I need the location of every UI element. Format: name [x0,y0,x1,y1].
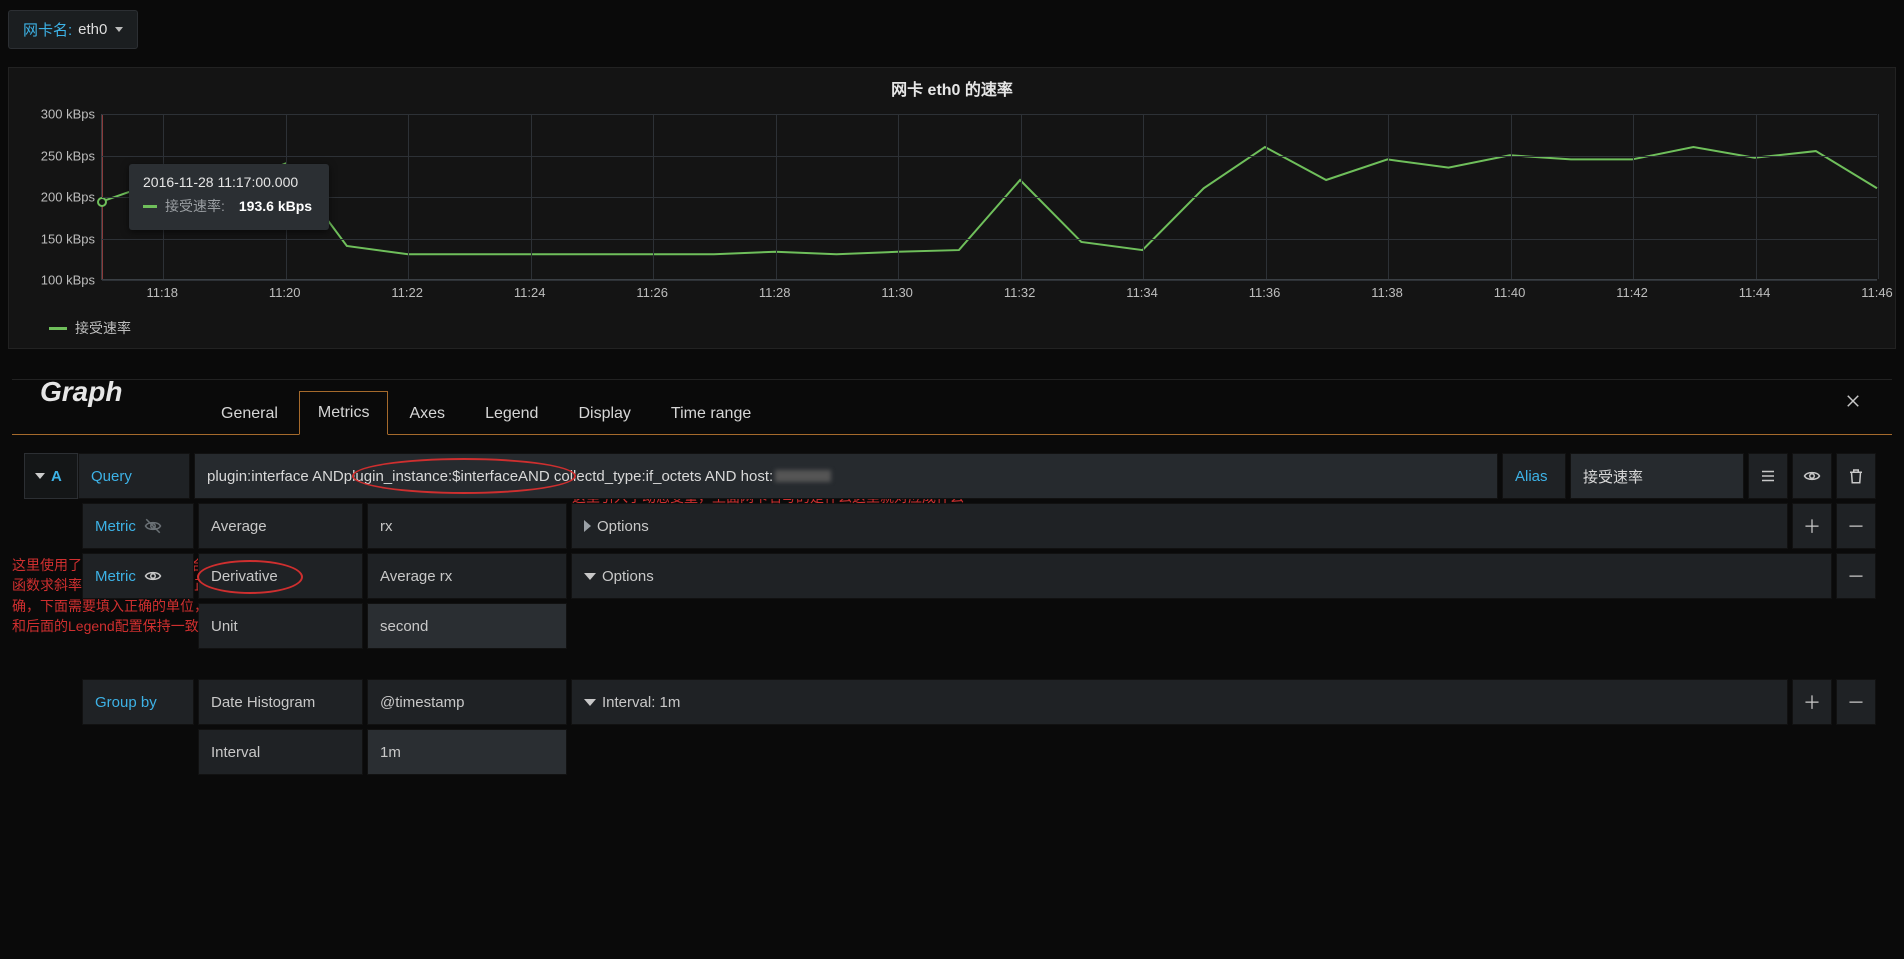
tab-general[interactable]: General [202,392,297,435]
groupby-label: Group by [82,679,194,725]
query-letter-toggle[interactable]: A [24,453,78,499]
eye-off-icon [144,517,162,535]
x-axis-tick: 11:38 [1371,285,1403,300]
graph-panel: 网卡 eth0 的速率 2016-11-28 11:17:00.000 接受速率… [8,67,1896,349]
query-letter: A [51,468,62,485]
alias-label: Alias [1502,453,1566,499]
tab-time-range[interactable]: Time range [652,392,770,435]
x-axis-tick: 11:44 [1739,285,1771,300]
caret-down-icon [584,573,596,580]
menu-button[interactable] [1748,453,1788,499]
tooltip-series-swatch [143,205,157,208]
y-axis-tick: 150 kBps [29,231,95,246]
template-variable-label: 网卡名: [23,19,72,40]
caret-right-icon [584,520,591,532]
template-variable-selector[interactable]: 网卡名: eth0 [8,10,138,49]
redacted-host [775,470,831,482]
x-axis-tick: 11:36 [1249,285,1281,300]
tab-legend[interactable]: Legend [466,392,557,435]
toggle-visibility-button[interactable] [1792,453,1832,499]
interval-label: Interval [198,729,363,775]
chevron-down-icon [35,473,45,479]
editor-tabs: GeneralMetricsAxesLegendDisplayTime rang… [202,390,1892,434]
trash-icon [1847,467,1865,485]
remove-metric-button[interactable]: － [1836,503,1876,549]
tab-display[interactable]: Display [559,392,649,435]
delete-query-button[interactable] [1836,453,1876,499]
groupby-field-select[interactable]: @timestamp [367,679,567,725]
editor-heading: Graph [40,376,122,408]
x-axis-tick: 11:34 [1126,285,1158,300]
add-groupby-button[interactable]: ＋ [1792,679,1832,725]
x-axis-tick: 11:22 [391,285,423,300]
y-axis-tick: 250 kBps [29,148,95,163]
unit-select[interactable]: second [367,603,567,649]
x-axis-tick: 11:18 [146,285,178,300]
x-axis-tick: 11:24 [514,285,546,300]
tab-axes[interactable]: Axes [390,392,464,435]
metric-field-select[interactable]: rx [367,503,567,549]
x-axis-tick: 11:30 [881,285,913,300]
remove-metric-button[interactable]: － [1836,553,1876,599]
hover-point [97,197,107,207]
x-axis-tick: 11:26 [636,285,668,300]
legend-swatch [49,327,67,330]
groupby-agg-select[interactable]: Date Histogram [198,679,363,725]
groupby-options-toggle[interactable]: Interval: 1m [571,679,1788,725]
tab-metrics[interactable]: Metrics [299,391,389,435]
alias-input[interactable] [1583,468,1731,485]
chart-area[interactable]: 2016-11-28 11:17:00.000 接受速率: 193.6 kBps… [9,104,1895,314]
chart-legend[interactable]: 接受速率 [9,314,1895,348]
alias-input-wrap [1570,453,1744,499]
metric-options-toggle[interactable]: Options [571,503,1788,549]
tooltip-series-name: 接受速率: [165,196,225,216]
x-axis-tick: 11:46 [1861,285,1893,300]
query-label: Query [78,453,190,499]
y-axis-tick: 100 kBps [29,273,95,288]
plot-area [101,114,1877,280]
chart-tooltip: 2016-11-28 11:17:00.000 接受速率: 193.6 kBps [129,164,329,230]
tooltip-timestamp: 2016-11-28 11:17:00.000 [143,174,315,190]
y-axis-tick: 300 kBps [29,107,95,122]
query-input[interactable]: plugin:interface AND plugin_instance:$in… [194,453,1498,499]
panel-editor: Graph GeneralMetricsAxesLegendDisplayTim… [12,379,1892,803]
template-variable-value: eth0 [78,21,107,38]
metric-row-label: Metric [82,553,194,599]
x-axis-tick: 11:40 [1494,285,1526,300]
hamburger-icon [1759,467,1777,485]
metric-agg-select[interactable]: Derivative [198,553,363,599]
metric-agg-select[interactable]: Average [198,503,363,549]
eye-icon [1803,467,1821,485]
tooltip-series-value: 193.6 kBps [239,198,312,214]
x-axis-tick: 11:28 [759,285,791,300]
close-icon [1844,392,1862,410]
caret-down-icon [584,699,596,706]
metric-row-label: Metric [82,503,194,549]
x-axis-tick: 11:20 [269,285,301,300]
y-axis-tick: 200 kBps [29,190,95,205]
metric-field-select[interactable]: Average rx [367,553,567,599]
close-editor-button[interactable] [1844,392,1862,410]
eye-icon [144,567,162,585]
chevron-down-icon [115,27,123,32]
add-metric-button[interactable]: ＋ [1792,503,1832,549]
metric-options-toggle[interactable]: Options [571,553,1832,599]
panel-title: 网卡 eth0 的速率 [9,68,1895,104]
x-axis-tick: 11:32 [1004,285,1036,300]
legend-label: 接受速率 [75,318,131,338]
interval-input[interactable]: 1m [367,729,567,775]
remove-groupby-button[interactable]: － [1836,679,1876,725]
unit-label: Unit [198,603,363,649]
x-axis-tick: 11:42 [1616,285,1648,300]
